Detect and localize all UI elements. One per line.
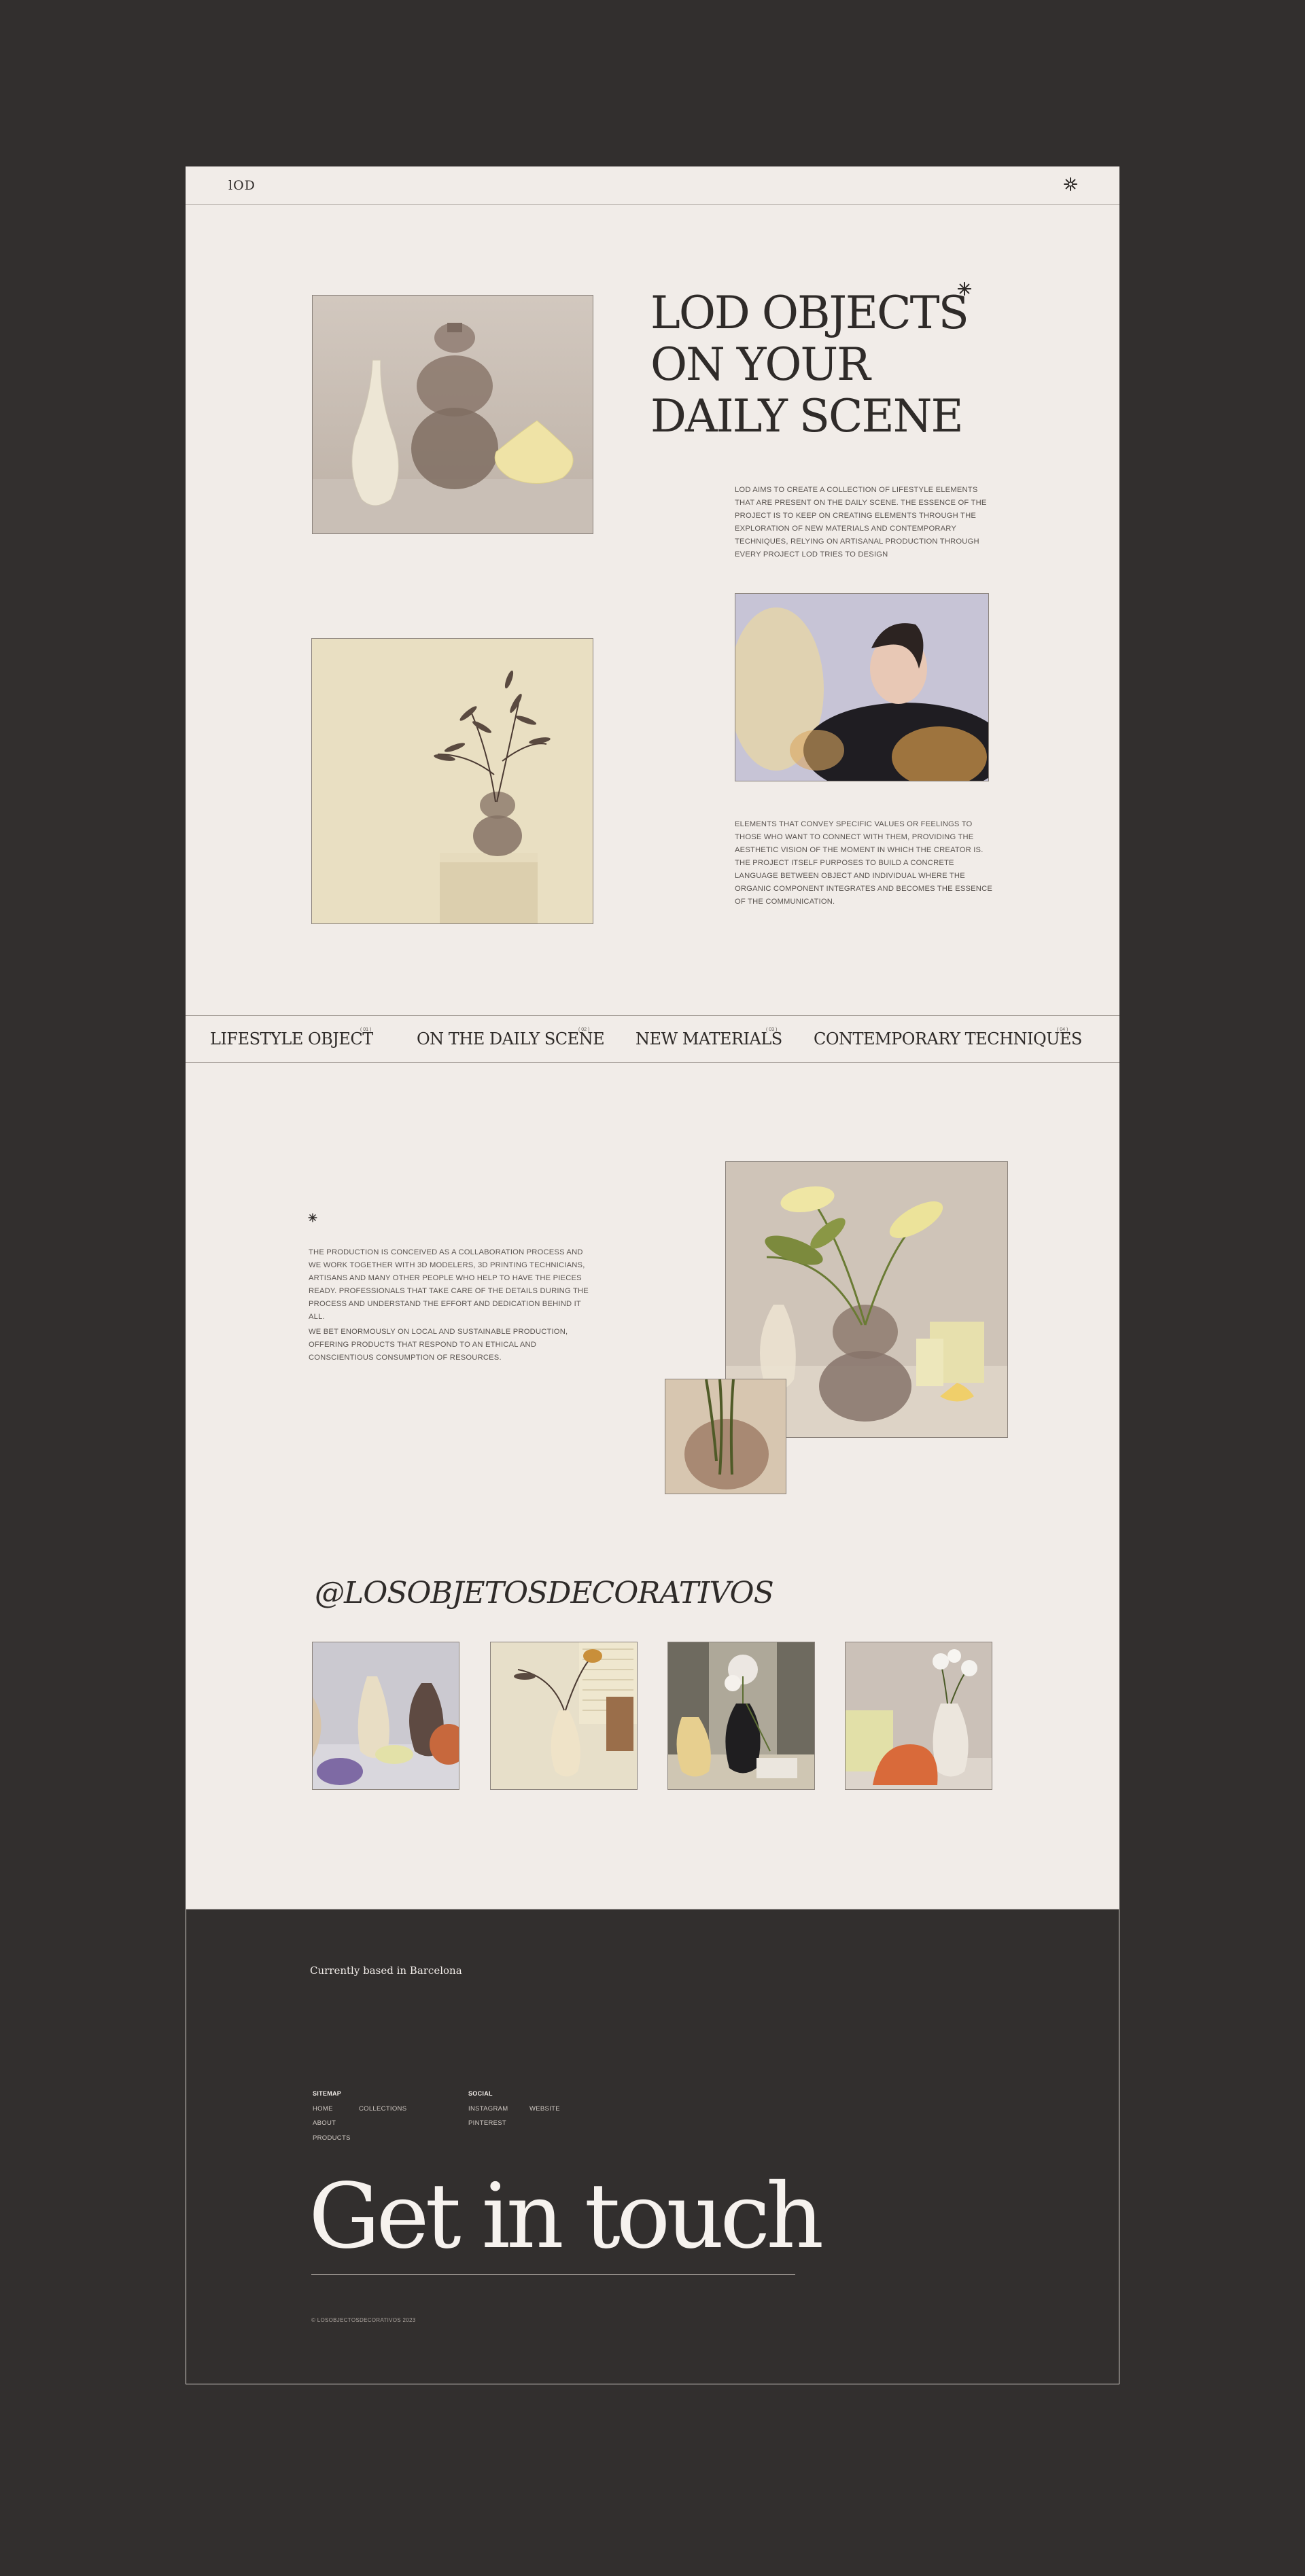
category-new-materials[interactable]: NEW MATERIALS [636,1029,782,1048]
asterisk-menu-icon[interactable] [1062,176,1079,192]
location-text: Currently based in Barcelona [310,1964,462,1977]
hero-body-text: ELEMENTS THAT CONVEY SPECIFIC VALUES OR … [735,820,993,906]
footer-link-products[interactable]: PRODUCTS [313,2134,351,2142]
hero-title-line-2: ON YOUR [650,338,871,391]
instagram-post-2[interactable] [490,1642,638,1790]
category-daily-scene[interactable]: ON THE DAILY SCENE [417,1029,605,1048]
vases-image [312,295,593,534]
asterisk-icon [308,1213,317,1222]
instagram-post-3[interactable] [667,1642,815,1790]
sitemap-heading: SITEMAP [313,2090,342,2097]
hero-intro-text: LOD AIMS TO CREATE A COLLECTION OF LIFES… [735,486,987,559]
instagram-post-1[interactable] [312,1642,459,1790]
artisan-portrait-image [735,593,989,781]
category-number: ( 04 ) [1057,1027,1068,1032]
production-text-2: WE BET ENORMOUSLY ON LOCAL AND SUSTAINAB… [309,1328,568,1362]
footer-link-collections[interactable]: COLLECTIONS [359,2105,406,2113]
site-header: lOD [186,166,1119,205]
vase-detail-image [665,1379,786,1494]
category-number: ( 02 ) [578,1027,590,1032]
footer-link-website[interactable]: WEBSITE [529,2105,560,2113]
get-in-touch-link[interactable]: Get in touch [309,2169,824,2264]
footer-link-about[interactable]: ABOUT [313,2119,336,2127]
category-lifestyle-object[interactable]: LIFESTYLE OBJECT [210,1029,373,1048]
cta-underline [311,2274,795,2275]
instagram-post-4[interactable] [845,1642,992,1790]
instagram-handle[interactable]: @LOSOBJETOSDECORATIVOS [315,1576,774,1610]
production-text-1: THE PRODUCTION IS CONCEIVED AS A COLLABO… [309,1248,589,1321]
category-bar: LIFESTYLE OBJECT ( 01 ) ON THE DAILY SCE… [186,1015,1119,1063]
copyright-text: © LOSOBJECTOSDECORATIVOS 2023 [311,2317,416,2323]
category-number: ( 03 ) [766,1027,778,1032]
footer-link-home[interactable]: HOME [313,2105,333,2113]
branch-vase-image [311,638,593,924]
category-contemporary-techniques[interactable]: CONTEMPORARY TECHNIQUES [814,1029,1082,1048]
page-canvas: lOD LOD OBJECTS ON YOUR DAILY SCENE LOD … [186,166,1119,2384]
social-heading: SOCIAL [468,2090,493,2097]
footer-link-instagram[interactable]: INSTAGRAM [468,2105,508,2113]
hero-title: LOD OBJECTS ON YOUR DAILY SCENE [650,287,969,442]
category-number: ( 01 ) [360,1027,372,1032]
footer-link-pinterest[interactable]: PINTEREST [468,2119,506,2127]
site-logo[interactable]: lOD [228,178,256,193]
site-footer: Currently based in Barcelona SITEMAP HOM… [186,1909,1119,2384]
asterisk-icon [957,281,972,296]
hero-title-line-1: LOD OBJECTS [650,287,969,339]
hero-title-line-3: DAILY SCENE [650,390,964,442]
